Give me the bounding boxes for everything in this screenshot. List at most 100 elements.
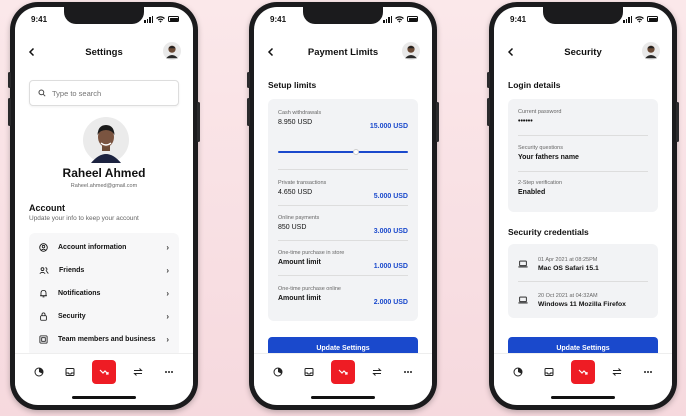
current-password-row[interactable]: Current password •••••• — [518, 109, 648, 129]
row-limit: 15.000 USD — [369, 123, 408, 130]
chart-trend-icon[interactable] — [570, 359, 595, 384]
account-subtitle: Update your info to keep your account — [29, 215, 139, 222]
status-bar: 9:41 — [494, 12, 672, 26]
chart-trend-icon[interactable] — [91, 359, 116, 384]
avatar[interactable] — [402, 42, 420, 60]
menu-item-label: Team members and business — [58, 336, 156, 343]
more-icon[interactable] — [639, 363, 657, 381]
chevron-right-icon: › — [166, 312, 169, 321]
limit-row-online-purchase[interactable]: One-time purchase online Amount limit 2.… — [278, 286, 408, 306]
home-indicator — [72, 396, 136, 399]
bell-icon — [40, 289, 47, 298]
menu-item-friends[interactable]: Friends › — [39, 259, 169, 282]
more-icon[interactable] — [399, 363, 417, 381]
menu-item-team-members[interactable]: Team members and business › — [39, 328, 169, 351]
chevron-right-icon: › — [166, 266, 169, 275]
avatar[interactable] — [163, 42, 181, 60]
tab-bar — [254, 353, 432, 389]
divider — [278, 240, 408, 241]
inbox-icon[interactable] — [61, 363, 79, 381]
avatar[interactable] — [642, 42, 660, 60]
status-bar: 9:41 — [15, 12, 193, 26]
section-title: Setup limits — [268, 80, 317, 90]
divider — [278, 275, 408, 276]
page-title: Security — [564, 46, 602, 58]
signal-icon — [383, 15, 392, 23]
profile-name: Raheel Ahmed — [62, 166, 146, 180]
row-limit: 3.000 USD — [373, 228, 408, 235]
signal-icon — [144, 15, 153, 23]
pie-chart-icon[interactable] — [269, 363, 287, 381]
credentials-heading: Security credentials — [508, 227, 589, 237]
search-input[interactable] — [52, 88, 172, 98]
pie-chart-icon[interactable] — [509, 363, 527, 381]
more-icon[interactable] — [160, 363, 178, 381]
back-icon[interactable] — [27, 43, 45, 61]
cash-withdrawals-row[interactable]: Cash withdrawals 8.950 USD 15.000 USD — [278, 110, 408, 130]
divider — [278, 205, 408, 206]
account-heading: Account — [29, 203, 65, 213]
transfer-icon[interactable] — [608, 363, 626, 381]
wifi-icon — [635, 15, 644, 23]
wifi-icon — [395, 15, 404, 23]
device-date: 20 Oct 2021 at 04:32AM — [538, 292, 598, 299]
device-row[interactable]: 01 Apr 2021 at 08:25PM Mac OS Safari 15.… — [518, 250, 648, 278]
row-label: 2-Step verification — [518, 180, 563, 186]
pie-chart-icon[interactable] — [30, 363, 48, 381]
power-button — [676, 102, 679, 142]
page-title: Settings — [85, 46, 123, 58]
phone-payment-limits: 9:41 Payment Limits Setup limits Cash wi… — [247, 2, 439, 410]
login-details-heading: Login details — [508, 80, 561, 90]
login-details-card: Current password •••••• Security questio… — [508, 99, 658, 212]
power-button — [197, 102, 200, 142]
chevron-right-icon: › — [166, 243, 169, 252]
users-icon — [39, 267, 49, 274]
slider-thumb[interactable] — [353, 149, 359, 155]
menu-item-notifications[interactable]: Notifications › — [39, 282, 169, 305]
mute-button — [247, 72, 250, 88]
security-questions-row[interactable]: Security questions Your fathers name — [518, 145, 648, 165]
menu-item-account-information[interactable]: Account information › — [39, 236, 169, 259]
home-indicator — [311, 396, 375, 399]
settings-header: Settings — [15, 39, 193, 65]
profile-avatar — [83, 117, 129, 163]
row-label: Private transactions — [278, 180, 327, 186]
payment-header: Payment Limits — [254, 39, 432, 65]
chart-trend-icon[interactable] — [330, 359, 355, 384]
menu-item-label: Account information — [58, 244, 127, 251]
row-label: Online payments — [278, 215, 320, 221]
transfer-icon[interactable] — [129, 363, 147, 381]
search-box[interactable] — [29, 80, 179, 106]
battery-icon — [647, 16, 658, 22]
back-icon[interactable] — [266, 43, 284, 61]
row-label: Cash withdrawals — [278, 110, 322, 116]
menu-item-label: Security — [58, 313, 86, 320]
volume-up-button — [8, 98, 11, 126]
back-icon[interactable] — [506, 43, 524, 61]
two-step-row[interactable]: 2-Step verification Enabled — [518, 180, 648, 200]
divider — [518, 171, 648, 172]
row-value: Enabled — [518, 189, 546, 196]
menu-item-label: Friends — [59, 267, 85, 274]
row-limit: 2.000 USD — [373, 299, 408, 306]
row-limit: 1.000 USD — [373, 263, 408, 270]
divider — [518, 135, 648, 136]
mute-button — [8, 72, 11, 88]
device-row[interactable]: 20 Oct 2021 at 04:32AM Windows 11 Mozill… — [518, 286, 648, 314]
payment-screen: 9:41 Payment Limits Setup limits Cash wi… — [254, 7, 432, 405]
limit-row-private[interactable]: Private transactions 4.650 USD 5.000 USD — [278, 180, 408, 200]
divider — [518, 281, 648, 282]
menu-item-security[interactable]: Security › — [39, 305, 169, 328]
inbox-icon[interactable] — [300, 363, 318, 381]
inbox-icon[interactable] — [540, 363, 558, 381]
lock-icon — [40, 312, 47, 321]
device-date: 01 Apr 2021 at 08:25PM — [538, 256, 598, 263]
cash-slider[interactable] — [278, 149, 408, 155]
mute-button — [487, 72, 490, 88]
profile-email: Raheel.ahmed@gmail.com — [70, 183, 138, 189]
row-value: •••••• — [518, 118, 533, 125]
status-time: 9:41 — [510, 14, 527, 24]
limit-row-store[interactable]: One-time purchase in store Amount limit … — [278, 250, 408, 270]
transfer-icon[interactable] — [368, 363, 386, 381]
limit-row-online[interactable]: Online payments 850 USD 3.000 USD — [278, 215, 408, 235]
